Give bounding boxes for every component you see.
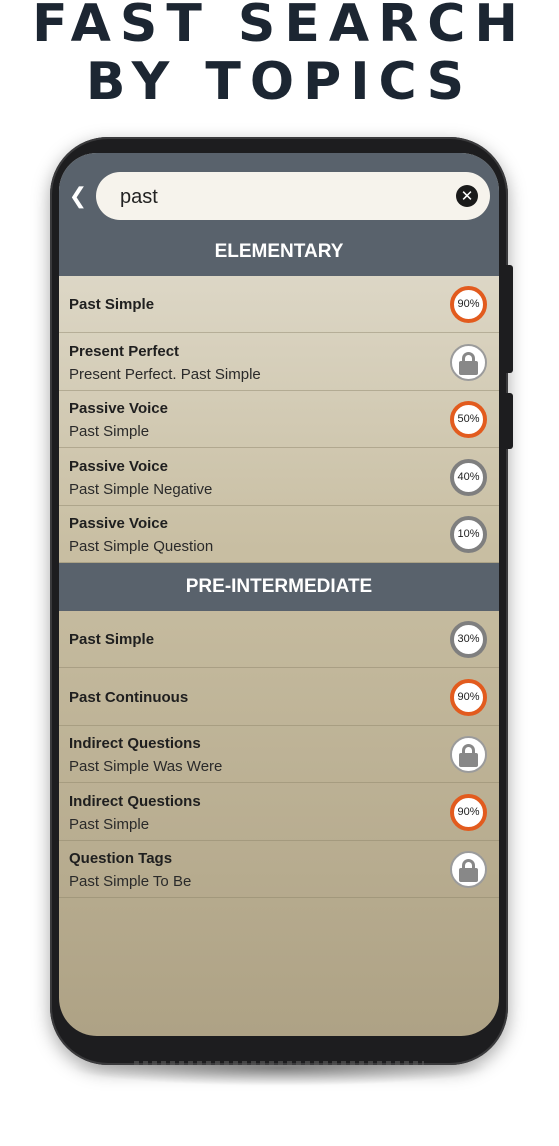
topic-subtitle: Past Simple To Be xyxy=(69,873,192,890)
topic-subtitle: Past Simple xyxy=(69,815,150,833)
topic-title: Passive Voice xyxy=(69,457,168,475)
topic-title: Present Perfect xyxy=(69,342,180,360)
lock-icon xyxy=(450,343,487,381)
topic-title: Indirect Questions xyxy=(69,792,201,810)
topic-subtitle: Past Simple Question xyxy=(69,538,214,555)
speaker-grille xyxy=(134,1061,424,1065)
volume-button xyxy=(506,265,513,373)
app-screen: ❮ ✕ ELEMENTARY Past Simple 90% Present Perf… xyxy=(59,153,499,1036)
topic-title: Past Continuous xyxy=(69,688,189,706)
topic-row[interactable]: Past Simple 90% xyxy=(59,276,499,333)
topic-subtitle: Past Simple Was Were xyxy=(69,758,223,775)
topic-row[interactable]: Indirect Questions Past Simple 90% xyxy=(59,784,499,841)
topic-row[interactable]: Passive Voice Past Simple Question 10% xyxy=(59,506,499,563)
lock-body xyxy=(459,360,478,375)
topic-title: Past Simple xyxy=(69,296,155,313)
topic-row[interactable]: Past Continuous 90% xyxy=(59,669,499,726)
progress-badge: 40% xyxy=(450,458,487,496)
topic-subtitle: Past Simple xyxy=(69,423,150,440)
progress-badge: 30% xyxy=(450,621,487,658)
progress-badge: 90% xyxy=(450,286,487,323)
search-bar: ❮ ✕ xyxy=(59,153,499,228)
section-header: PRE-INTERMEDIATE xyxy=(59,563,499,611)
headline-line-1: FAST SEARCH xyxy=(32,0,527,54)
topic-title: Passive Voice xyxy=(69,515,168,532)
search-field[interactable]: ✕ xyxy=(96,172,490,222)
topic-row[interactable]: Present Perfect Present Perfect. Past Sim… xyxy=(59,334,499,391)
progress-badge: 90% xyxy=(450,678,487,716)
topic-row[interactable]: Indirect Questions Past Simple Was Were xyxy=(59,726,499,783)
progress-badge: 90% xyxy=(450,793,487,831)
topic-title: Indirect Questions xyxy=(69,735,201,752)
close-circle-icon[interactable]: ✕ xyxy=(456,185,478,207)
topic-title: Passive Voice xyxy=(69,400,168,417)
topic-row[interactable]: Question Tags Past Simple To Be xyxy=(59,841,499,898)
lock-body xyxy=(459,868,478,882)
headline-line-2: BY TOPICS xyxy=(85,52,474,112)
topic-row[interactable]: Passive Voice Past Simple Negative 40% xyxy=(59,449,499,506)
lock-icon xyxy=(450,736,487,773)
progress-badge: 50% xyxy=(450,401,487,438)
lock-icon xyxy=(450,851,487,888)
topic-title: Question Tags xyxy=(69,850,173,867)
topic-subtitle: Past Simple Negative xyxy=(69,480,213,498)
lock-body xyxy=(459,753,478,767)
chevron-left-icon[interactable]: ❮ xyxy=(65,177,91,217)
topic-subtitle: Present Perfect. Past Simple xyxy=(69,365,261,383)
topic-title: Past Simple xyxy=(69,631,155,648)
section-header: ELEMENTARY xyxy=(59,228,499,276)
topic-row[interactable]: Passive Voice Past Simple 50% xyxy=(59,391,499,448)
power-button xyxy=(506,393,513,449)
progress-badge: 10% xyxy=(450,516,487,553)
topic-row[interactable]: Past Simple 30% xyxy=(59,611,499,668)
search-input[interactable] xyxy=(118,172,442,222)
